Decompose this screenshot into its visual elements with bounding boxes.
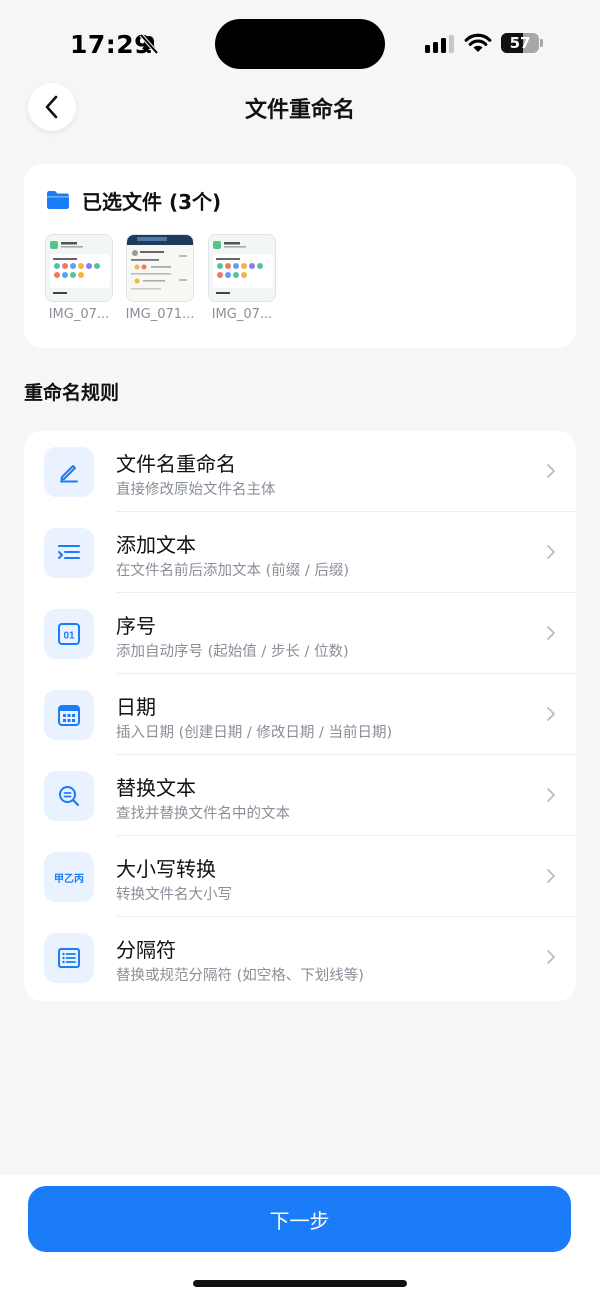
file-name: IMG_071... [125,307,195,322]
file-thumbnail[interactable] [208,234,276,302]
battery-level: 57 [509,34,531,52]
chevron-right-icon [547,950,555,964]
chevron-right-icon [547,788,555,802]
rule-item-add-text[interactable]: 添加文本 在文件名前后添加文本 (前缀 / 后缀) [24,512,576,593]
rule-description: 替换或规范分隔符 (如空格、下划线等) [116,968,364,984]
folder-icon [47,191,69,209]
chevron-right-icon [547,464,555,478]
rule-title: 添加文本 [116,533,196,557]
bell-slash-icon [139,33,159,55]
rule-title: 大小写转换 [116,857,216,881]
chevron-right-icon [547,626,555,640]
rule-description: 添加自动序号 (起始值 / 步长 / 位数) [116,644,349,660]
rule-item-case-convert[interactable]: 甲乙丙 大小写转换 转换文件名大小写 [24,836,576,917]
rules-list: 文件名重命名 直接修改原始文件名主体 添加文本 在文件名前后添加文本 (前缀 /… [24,431,576,1001]
chevron-right-icon [547,869,555,883]
status-bar: 17:29 57 [0,0,600,80]
next-button[interactable]: 下一步 [28,1186,571,1252]
file-name: IMG_07... [211,307,273,322]
selected-files-card: 已选文件 (3个) IMG_07... IMG_071... IMG_07... [24,164,576,348]
image-thumbnail-icon [127,235,193,301]
image-thumbnail-icon [46,235,112,301]
separator-icon [44,933,94,983]
chevron-right-icon [547,545,555,559]
text-insert-icon [44,528,94,578]
file-name: IMG_07... [48,307,110,322]
rule-description: 查找并替换文件名中的文本 [116,806,290,822]
rule-title: 替换文本 [116,776,196,800]
rule-description: 转换文件名大小写 [116,887,232,903]
rule-description: 在文件名前后添加文本 (前缀 / 后缀) [116,563,350,579]
rules-section-title: 重命名规则 [24,382,120,404]
chevron-right-icon [547,707,555,721]
file-thumbnail[interactable] [45,234,113,302]
rule-item-rename[interactable]: 文件名重命名 直接修改原始文件名主体 [24,431,576,512]
dynamic-island [215,19,385,69]
selected-files-title: 已选文件 (3个) [82,190,222,214]
signal-icon [425,35,454,53]
rule-item-separator[interactable]: 分隔符 替换或规范分隔符 (如空格、下划线等) [24,917,576,998]
home-indicator[interactable] [193,1280,407,1287]
wifi-icon [464,33,492,52]
number-icon: 01 [44,609,94,659]
rule-title: 日期 [116,695,156,719]
image-thumbnail-icon [209,235,275,301]
rule-title: 分隔符 [116,938,176,962]
search-replace-icon [44,771,94,821]
rule-title: 序号 [116,614,156,638]
file-thumbnail[interactable] [126,234,194,302]
rule-item-sequence[interactable]: 01 序号 添加自动序号 (起始值 / 步长 / 位数) [24,593,576,674]
rule-item-replace-text[interactable]: 替换文本 查找并替换文件名中的文本 [24,755,576,836]
number-icon-label: 01 [63,631,75,642]
rule-description: 插入日期 (创建日期 / 修改日期 / 当前日期) [116,725,393,741]
battery-icon: 57 [501,33,543,53]
rule-title: 文件名重命名 [116,452,236,476]
case-convert-icon: 甲乙丙 [44,852,94,902]
rule-item-date[interactable]: 日期 插入日期 (创建日期 / 修改日期 / 当前日期) [24,674,576,755]
page-title: 文件重命名 [244,98,355,123]
case-convert-icon-label: 甲乙丙 [54,873,84,885]
pencil-icon [44,447,94,497]
calendar-icon [44,690,94,740]
rule-description: 直接修改原始文件名主体 [116,482,276,498]
